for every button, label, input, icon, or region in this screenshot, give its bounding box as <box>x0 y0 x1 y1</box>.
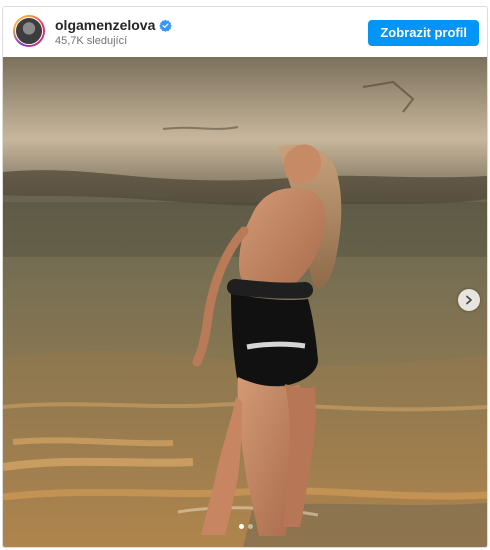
avatar[interactable] <box>13 15 45 47</box>
carousel-dot-1[interactable] <box>239 524 244 529</box>
view-profile-button[interactable]: Zobrazit profil <box>368 20 479 46</box>
post-photo[interactable] <box>3 57 487 547</box>
username[interactable]: olgamenzelova <box>55 17 155 33</box>
carousel-indicators <box>239 524 253 529</box>
post-header: olgamenzelova 45,7K sledující Zobrazit p… <box>3 7 487 57</box>
photo-image <box>3 57 487 547</box>
verified-badge-icon <box>159 19 173 32</box>
next-slide-button[interactable] <box>458 289 480 311</box>
carousel-dot-2[interactable] <box>248 524 253 529</box>
follower-count: 45,7K sledující <box>55 35 128 47</box>
username-row: olgamenzelova <box>55 17 173 33</box>
chevron-right-icon <box>466 295 472 305</box>
instagram-post-embed: olgamenzelova 45,7K sledující Zobrazit p… <box>2 6 488 548</box>
avatar-image <box>15 17 43 45</box>
